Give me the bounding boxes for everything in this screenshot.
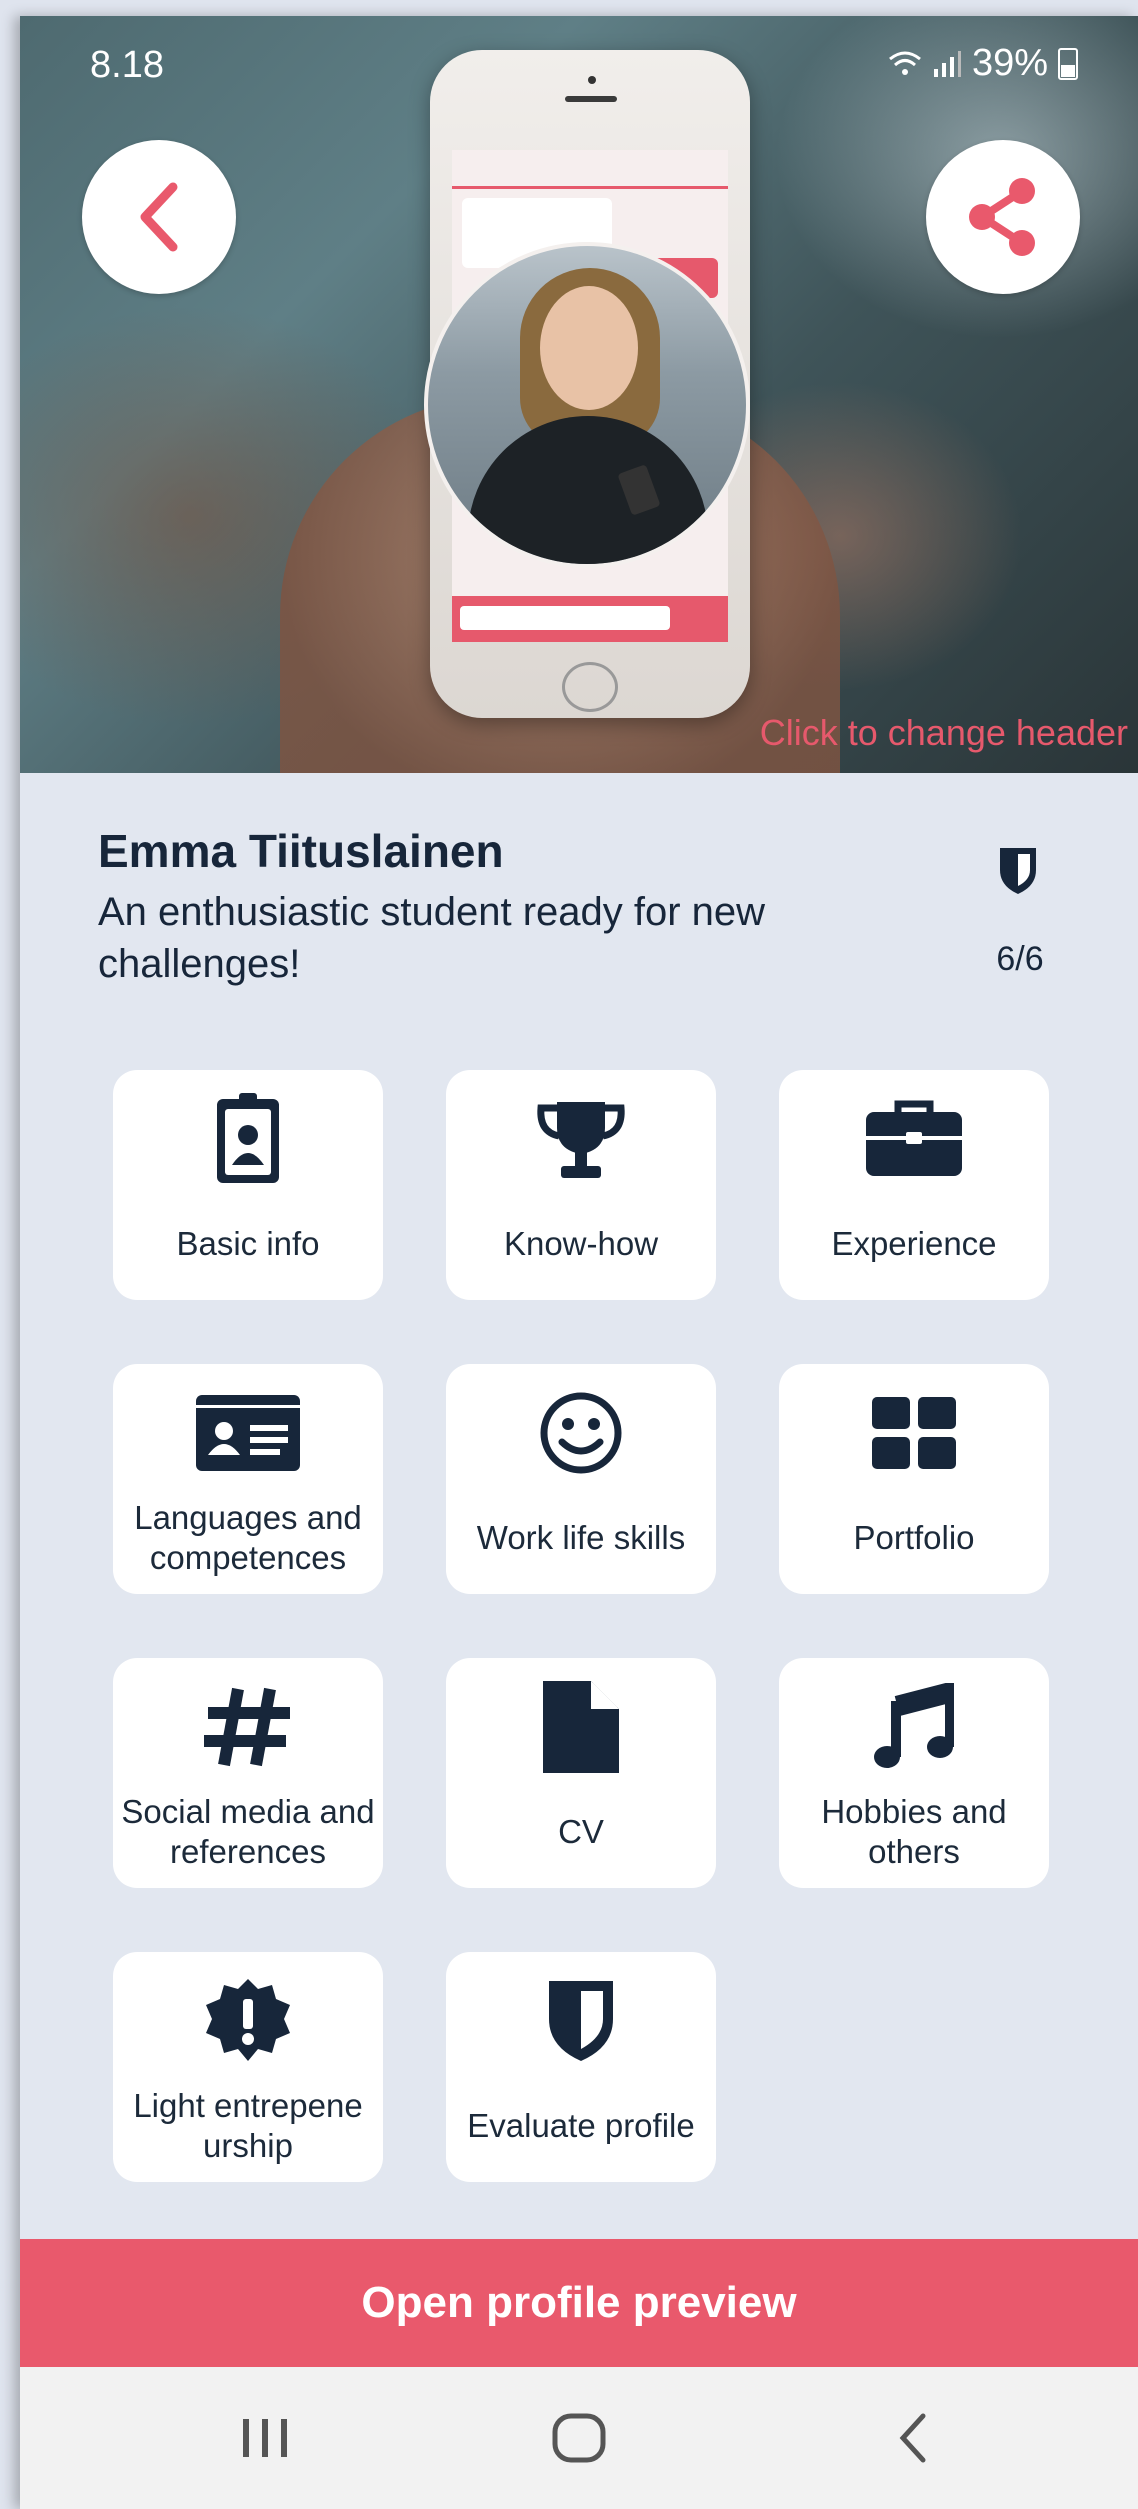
chevron-left-icon bbox=[899, 2413, 926, 2463]
system-navigation-bar bbox=[20, 2367, 1138, 2509]
id-badge-icon bbox=[113, 1084, 383, 1194]
file-icon bbox=[446, 1672, 716, 1782]
certificate-icon bbox=[113, 1966, 383, 2076]
shield-icon bbox=[1000, 848, 1036, 894]
profile-description: An enthusiastic student ready for new ch… bbox=[98, 890, 766, 986]
app-screen: 8.18 39% Click to change header Emma Tii… bbox=[20, 16, 1138, 2509]
chevron-left-icon bbox=[140, 182, 178, 252]
tile-label: Basic info bbox=[176, 1225, 320, 1262]
shield-icon bbox=[446, 1966, 716, 2076]
tile-know-how[interactable]: Know-how bbox=[446, 1070, 716, 1300]
phone-input-bar bbox=[452, 596, 728, 642]
tile-label: Evaluate profile bbox=[467, 2107, 695, 2144]
trophy-icon bbox=[446, 1084, 716, 1194]
tile-label: Hobbies and others bbox=[821, 1793, 1007, 1870]
profile-name: Emma Tiituslainen bbox=[98, 825, 504, 877]
open-profile-preview-label: Open profile preview bbox=[361, 2278, 797, 2327]
tile-label: Know-how bbox=[503, 1225, 659, 1262]
avatar-coat bbox=[468, 416, 708, 564]
tile-light-entrepreneurship[interactable]: Light entrepene urship bbox=[113, 1952, 383, 2182]
signal-icon bbox=[933, 50, 961, 77]
battery-level: 39% bbox=[971, 42, 1048, 84]
share-button[interactable] bbox=[926, 140, 1080, 294]
tile-label: Social media and references bbox=[121, 1793, 375, 1870]
recent-apps-button[interactable] bbox=[220, 2403, 310, 2473]
open-profile-preview-button[interactable]: Open profile preview bbox=[20, 2239, 1138, 2367]
share-icon bbox=[969, 178, 1035, 256]
tile-label: Experience bbox=[831, 1225, 997, 1262]
status-indicators: 39% bbox=[888, 42, 1078, 85]
phone-input-box bbox=[460, 606, 670, 630]
music-icon bbox=[779, 1672, 1049, 1782]
tile-basic-info[interactable]: Basic info bbox=[113, 1070, 383, 1300]
status-time: 8.18 bbox=[90, 44, 164, 86]
tile-experience[interactable]: Experience bbox=[779, 1070, 1049, 1300]
tile-social-media-references[interactable]: Social media and references bbox=[113, 1658, 383, 1888]
change-header-link[interactable]: Click to change header bbox=[760, 712, 1128, 754]
grid-icon bbox=[779, 1378, 1049, 1488]
battery-icon bbox=[1058, 47, 1078, 80]
tile-evaluate-profile[interactable]: Evaluate profile bbox=[446, 1952, 716, 2182]
tile-label: Portfolio bbox=[853, 1519, 975, 1556]
wifi-icon bbox=[889, 51, 921, 75]
tile-work-life-skills[interactable]: Work life skills bbox=[446, 1364, 716, 1594]
smile-icon bbox=[446, 1378, 716, 1488]
tile-cv[interactable]: CV bbox=[446, 1658, 716, 1888]
status-bar: 8.18 39% bbox=[20, 16, 1138, 116]
tile-label: Work life skills bbox=[476, 1519, 686, 1556]
profile-score: 6/6 bbox=[996, 940, 1044, 978]
avatar-face bbox=[540, 286, 638, 410]
back-button[interactable] bbox=[82, 140, 236, 294]
tile-label: Languages and competences bbox=[134, 1499, 362, 1576]
home-icon bbox=[552, 2413, 606, 2463]
profile-avatar[interactable] bbox=[424, 242, 750, 568]
hashtag-icon bbox=[113, 1672, 383, 1782]
phone-screen-topbar bbox=[452, 150, 728, 189]
tile-languages-competences[interactable]: Languages and competences bbox=[113, 1364, 383, 1594]
id-card-icon bbox=[113, 1378, 383, 1488]
tile-hobbies-others[interactable]: Hobbies and others bbox=[779, 1658, 1049, 1888]
tile-portfolio[interactable]: Portfolio bbox=[779, 1364, 1049, 1594]
system-back-button[interactable] bbox=[868, 2403, 958, 2473]
phone-home-button bbox=[562, 662, 618, 712]
recent-apps-icon bbox=[243, 2419, 287, 2457]
tile-label: CV bbox=[558, 1813, 604, 1850]
profile-header-image[interactable]: 8.18 39% Click to change header bbox=[20, 16, 1138, 773]
tile-label: Light entrepene urship bbox=[133, 2087, 363, 2164]
home-button[interactable] bbox=[534, 2403, 624, 2473]
briefcase-icon bbox=[779, 1084, 1049, 1194]
